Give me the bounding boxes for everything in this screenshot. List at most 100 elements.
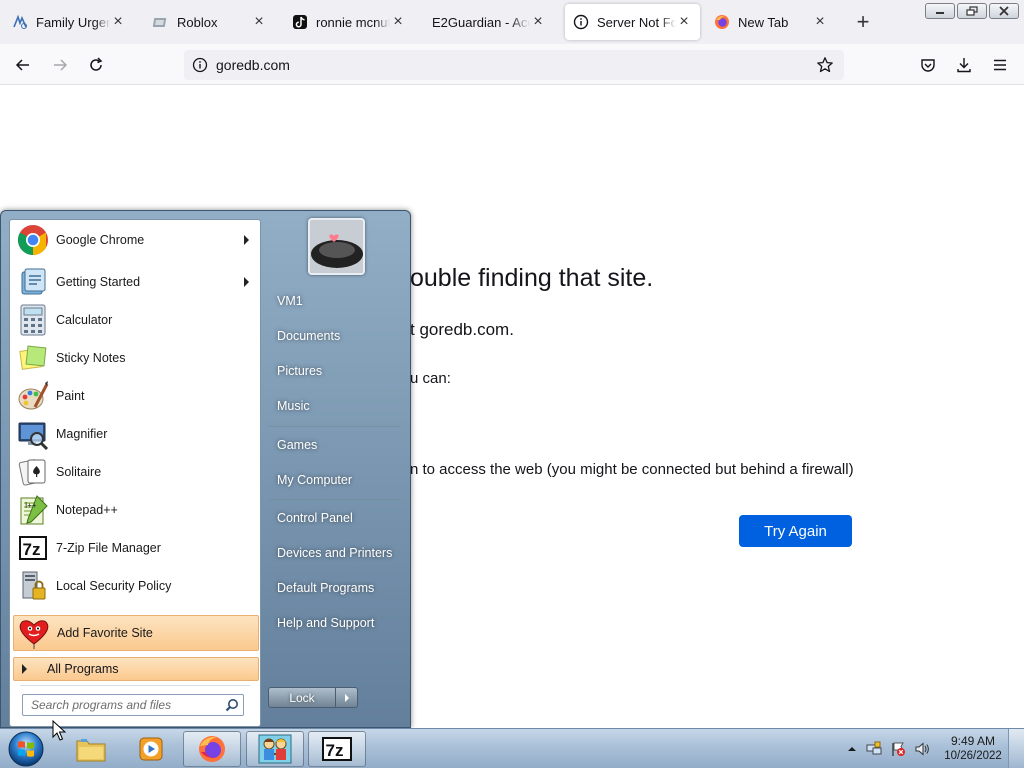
program-label: Sticky Notes <box>56 351 126 365</box>
tab-family-urgent[interactable]: Family Urgent P × <box>4 4 134 40</box>
chrome-icon <box>16 223 50 257</box>
start-item-default-programs[interactable]: Default Programs <box>269 573 403 603</box>
close-icon[interactable]: × <box>390 14 406 30</box>
calculator-icon <box>16 303 50 337</box>
program-add-favorite-site[interactable]: Add Favorite Site <box>13 615 259 651</box>
tab-e2guardian[interactable]: E2Guardian - Acces × <box>424 4 554 40</box>
tiktok-icon <box>292 14 308 30</box>
network-icon <box>866 741 882 755</box>
tab-new-tab[interactable]: New Tab × <box>706 4 836 40</box>
info-icon <box>573 14 589 30</box>
minimize-button[interactable] <box>925 3 955 19</box>
url-text[interactable]: goredb.com <box>216 57 290 73</box>
pocket-icon <box>921 59 935 72</box>
tab-label: New Tab <box>738 14 789 30</box>
close-icon[interactable]: × <box>530 14 546 30</box>
windows-logo-icon <box>8 731 44 767</box>
tab-roblox[interactable]: Roblox × <box>145 4 275 40</box>
program-label: 7-Zip File Manager <box>56 541 161 555</box>
lock-button[interactable]: Lock <box>268 687 358 708</box>
tab-favicon-family-urgent <box>12 14 28 30</box>
clock-date[interactable]: 10/26/2022 <box>940 750 1006 762</box>
downloads-button[interactable] <box>951 52 977 78</box>
program-label: Calculator <box>56 313 113 327</box>
info-icon[interactable] <box>192 57 208 73</box>
back-button[interactable] <box>10 52 36 78</box>
search-icon[interactable] <box>225 698 239 712</box>
user-avatar[interactable] <box>308 218 365 275</box>
close-icon[interactable]: × <box>251 14 267 30</box>
network-tray-icon[interactable] <box>866 741 882 757</box>
program-local-security-policy[interactable]: Local Security Policy <box>13 568 259 604</box>
program-label: Magnifier <box>56 427 108 441</box>
close-icon[interactable]: × <box>812 14 828 30</box>
7zip-icon: 7z <box>322 737 352 761</box>
taskbar-firefox[interactable] <box>183 731 241 767</box>
start-item-pictures[interactable]: Pictures <box>269 356 403 386</box>
program-paint[interactable]: Paint <box>13 378 259 414</box>
error-title: ouble finding that site. <box>410 264 654 292</box>
svg-text:7z: 7z <box>326 741 344 760</box>
program-notepadpp[interactable]: I++ Notepad++ <box>13 492 259 528</box>
chevron-up-icon <box>848 747 856 751</box>
tab-tiktok[interactable]: ronnie mcnutt s × <box>284 4 414 40</box>
start-item-documents[interactable]: Documents <box>269 321 403 351</box>
7zip-icon: 7z <box>16 531 50 565</box>
tab-server-not-found[interactable]: Server Not Foun × <box>565 4 700 40</box>
taskbar-explorer[interactable] <box>62 731 120 767</box>
clock-time[interactable]: 9:49 AM <box>940 734 1006 748</box>
submenu-arrow-icon[interactable] <box>244 235 249 245</box>
start-item-games[interactable]: Games <box>269 430 403 460</box>
start-item-my-computer[interactable]: My Computer <box>269 465 403 495</box>
program-getting-started[interactable]: Getting Started <box>13 264 259 300</box>
program-7zip[interactable]: 7z 7-Zip File Manager <box>13 530 259 566</box>
start-item-devices-and-printers[interactable]: Devices and Printers <box>269 538 403 568</box>
heart-icon <box>17 616 51 650</box>
close-icon[interactable]: × <box>110 14 126 30</box>
restore-button[interactable] <box>957 3 987 19</box>
sticky-notes-icon <box>16 341 50 375</box>
taskbar-7zip[interactable]: 7z <box>308 731 366 767</box>
close-window-button[interactable] <box>989 3 1019 19</box>
pocket-button[interactable] <box>915 52 941 78</box>
taskbar-kids-app[interactable] <box>246 731 304 767</box>
star-icon[interactable] <box>816 56 834 74</box>
action-center-tray-icon[interactable] <box>890 741 906 757</box>
start-item-vm1[interactable]: VM1 <box>269 286 403 316</box>
search-input[interactable] <box>23 695 219 715</box>
all-programs-button[interactable]: All Programs <box>13 657 259 681</box>
forward-button[interactable] <box>47 52 73 78</box>
start-item-help-and-support[interactable]: Help and Support <box>269 608 403 638</box>
program-solitaire[interactable]: Solitaire <box>13 454 259 490</box>
divider <box>269 499 401 500</box>
arrow-right-icon <box>54 59 68 71</box>
program-label: Notepad++ <box>56 503 118 517</box>
start-button[interactable] <box>6 730 46 768</box>
error-suggestion-item: n to access the web (you might be connec… <box>410 461 854 478</box>
submenu-arrow-icon[interactable] <box>244 277 249 287</box>
new-tab-button[interactable]: + <box>852 11 874 34</box>
navigation-toolbar: goredb.com <box>0 44 1024 85</box>
start-item-control-panel[interactable]: Control Panel <box>269 503 403 533</box>
program-calculator[interactable]: Calculator <box>13 302 259 338</box>
start-search-box[interactable] <box>22 694 244 716</box>
mouse-pointer-icon <box>52 720 66 741</box>
taskbar-media-player[interactable] <box>122 731 180 767</box>
try-again-button[interactable]: Try Again <box>739 515 852 547</box>
close-icon[interactable]: × <box>676 14 692 30</box>
program-sticky-notes[interactable]: Sticky Notes <box>13 340 259 376</box>
power-options-arrow-button[interactable] <box>335 688 357 707</box>
reload-button[interactable] <box>83 52 109 78</box>
address-bar[interactable]: goredb.com <box>184 50 844 80</box>
start-item-music[interactable]: Music <box>269 391 403 421</box>
arrow-right-icon <box>22 664 27 674</box>
volume-tray-icon[interactable] <box>914 741 930 757</box>
program-google-chrome[interactable]: Google Chrome <box>13 222 259 258</box>
program-label: Getting Started <box>56 275 141 289</box>
show-hidden-icons-button[interactable] <box>844 741 860 757</box>
hamburger-menu-icon <box>994 59 1006 71</box>
show-desktop-button[interactable] <box>1008 729 1024 768</box>
program-magnifier[interactable]: Magnifier <box>13 416 259 452</box>
paint-icon <box>16 379 50 413</box>
menu-button[interactable] <box>987 52 1013 78</box>
